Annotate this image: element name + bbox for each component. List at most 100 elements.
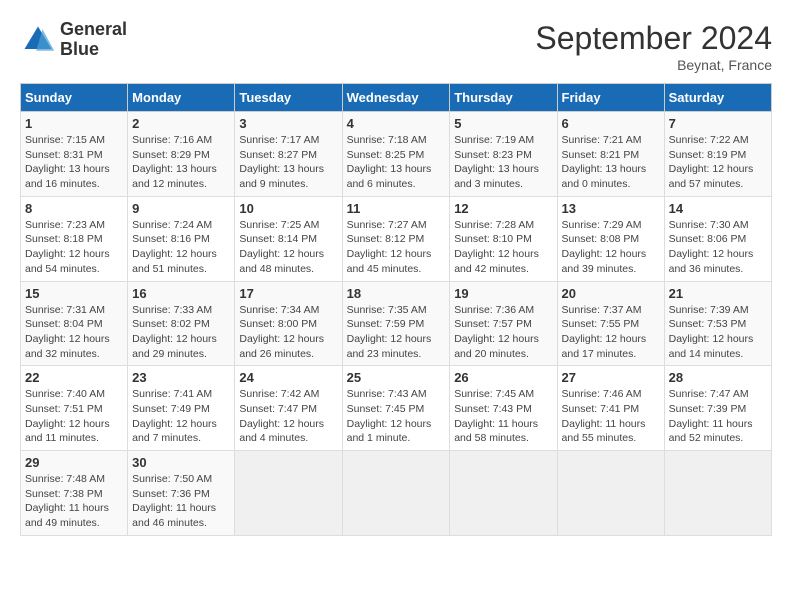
month-title: September 2024 (535, 20, 772, 57)
weekday-header-friday: Friday (557, 84, 664, 112)
calendar-cell: 7 Sunrise: 7:22 AM Sunset: 8:19 PM Dayli… (664, 112, 771, 197)
calendar-cell: 9 Sunrise: 7:24 AM Sunset: 8:16 PM Dayli… (128, 196, 235, 281)
day-info: Sunrise: 7:31 AM Sunset: 8:04 PM Dayligh… (25, 303, 123, 362)
weekday-header-wednesday: Wednesday (342, 84, 450, 112)
calendar-cell: 8 Sunrise: 7:23 AM Sunset: 8:18 PM Dayli… (21, 196, 128, 281)
calendar-cell: 11 Sunrise: 7:27 AM Sunset: 8:12 PM Dayl… (342, 196, 450, 281)
calendar-cell: 2 Sunrise: 7:16 AM Sunset: 8:29 PM Dayli… (128, 112, 235, 197)
title-area: September 2024 Beynat, France (535, 20, 772, 73)
calendar-cell (235, 451, 342, 536)
day-number: 10 (239, 201, 337, 216)
day-info: Sunrise: 7:46 AM Sunset: 7:41 PM Dayligh… (562, 387, 660, 446)
calendar-cell: 22 Sunrise: 7:40 AM Sunset: 7:51 PM Dayl… (21, 366, 128, 451)
calendar-cell: 19 Sunrise: 7:36 AM Sunset: 7:57 PM Dayl… (450, 281, 557, 366)
page-header: General Blue September 2024 Beynat, Fran… (20, 20, 772, 73)
calendar-cell: 18 Sunrise: 7:35 AM Sunset: 7:59 PM Dayl… (342, 281, 450, 366)
calendar-cell (342, 451, 450, 536)
day-number: 26 (454, 370, 552, 385)
day-info: Sunrise: 7:21 AM Sunset: 8:21 PM Dayligh… (562, 133, 660, 192)
weekday-header-monday: Monday (128, 84, 235, 112)
day-number: 7 (669, 116, 767, 131)
day-info: Sunrise: 7:43 AM Sunset: 7:45 PM Dayligh… (347, 387, 446, 446)
weekday-header-row: SundayMondayTuesdayWednesdayThursdayFrid… (21, 84, 772, 112)
day-info: Sunrise: 7:16 AM Sunset: 8:29 PM Dayligh… (132, 133, 230, 192)
calendar-table: SundayMondayTuesdayWednesdayThursdayFrid… (20, 83, 772, 536)
calendar-cell: 30 Sunrise: 7:50 AM Sunset: 7:36 PM Dayl… (128, 451, 235, 536)
calendar-week-4: 22 Sunrise: 7:40 AM Sunset: 7:51 PM Dayl… (21, 366, 772, 451)
calendar-cell: 4 Sunrise: 7:18 AM Sunset: 8:25 PM Dayli… (342, 112, 450, 197)
calendar-week-1: 1 Sunrise: 7:15 AM Sunset: 8:31 PM Dayli… (21, 112, 772, 197)
calendar-cell: 21 Sunrise: 7:39 AM Sunset: 7:53 PM Dayl… (664, 281, 771, 366)
day-info: Sunrise: 7:50 AM Sunset: 7:36 PM Dayligh… (132, 472, 230, 531)
day-number: 9 (132, 201, 230, 216)
weekday-header-tuesday: Tuesday (235, 84, 342, 112)
day-info: Sunrise: 7:22 AM Sunset: 8:19 PM Dayligh… (669, 133, 767, 192)
day-info: Sunrise: 7:41 AM Sunset: 7:49 PM Dayligh… (132, 387, 230, 446)
day-number: 11 (347, 201, 446, 216)
day-info: Sunrise: 7:40 AM Sunset: 7:51 PM Dayligh… (25, 387, 123, 446)
day-info: Sunrise: 7:28 AM Sunset: 8:10 PM Dayligh… (454, 218, 552, 277)
calendar-cell: 28 Sunrise: 7:47 AM Sunset: 7:39 PM Dayl… (664, 366, 771, 451)
calendar-cell: 14 Sunrise: 7:30 AM Sunset: 8:06 PM Dayl… (664, 196, 771, 281)
day-number: 15 (25, 286, 123, 301)
day-number: 4 (347, 116, 446, 131)
calendar-cell: 16 Sunrise: 7:33 AM Sunset: 8:02 PM Dayl… (128, 281, 235, 366)
day-number: 27 (562, 370, 660, 385)
day-number: 23 (132, 370, 230, 385)
day-info: Sunrise: 7:30 AM Sunset: 8:06 PM Dayligh… (669, 218, 767, 277)
day-number: 28 (669, 370, 767, 385)
logo: General Blue (20, 20, 127, 60)
logo-icon (20, 22, 56, 58)
calendar-cell: 17 Sunrise: 7:34 AM Sunset: 8:00 PM Dayl… (235, 281, 342, 366)
calendar-cell: 3 Sunrise: 7:17 AM Sunset: 8:27 PM Dayli… (235, 112, 342, 197)
day-info: Sunrise: 7:36 AM Sunset: 7:57 PM Dayligh… (454, 303, 552, 362)
logo-text: General Blue (60, 20, 127, 60)
day-info: Sunrise: 7:33 AM Sunset: 8:02 PM Dayligh… (132, 303, 230, 362)
day-info: Sunrise: 7:39 AM Sunset: 7:53 PM Dayligh… (669, 303, 767, 362)
day-number: 25 (347, 370, 446, 385)
day-info: Sunrise: 7:15 AM Sunset: 8:31 PM Dayligh… (25, 133, 123, 192)
day-number: 3 (239, 116, 337, 131)
day-info: Sunrise: 7:48 AM Sunset: 7:38 PM Dayligh… (25, 472, 123, 531)
day-number: 2 (132, 116, 230, 131)
calendar-cell: 20 Sunrise: 7:37 AM Sunset: 7:55 PM Dayl… (557, 281, 664, 366)
day-number: 21 (669, 286, 767, 301)
calendar-cell: 26 Sunrise: 7:45 AM Sunset: 7:43 PM Dayl… (450, 366, 557, 451)
day-info: Sunrise: 7:45 AM Sunset: 7:43 PM Dayligh… (454, 387, 552, 446)
calendar-cell (557, 451, 664, 536)
calendar-cell: 24 Sunrise: 7:42 AM Sunset: 7:47 PM Dayl… (235, 366, 342, 451)
calendar-cell: 6 Sunrise: 7:21 AM Sunset: 8:21 PM Dayli… (557, 112, 664, 197)
day-info: Sunrise: 7:24 AM Sunset: 8:16 PM Dayligh… (132, 218, 230, 277)
calendar-cell: 23 Sunrise: 7:41 AM Sunset: 7:49 PM Dayl… (128, 366, 235, 451)
calendar-cell: 12 Sunrise: 7:28 AM Sunset: 8:10 PM Dayl… (450, 196, 557, 281)
day-number: 12 (454, 201, 552, 216)
calendar-cell: 29 Sunrise: 7:48 AM Sunset: 7:38 PM Dayl… (21, 451, 128, 536)
calendar-cell: 1 Sunrise: 7:15 AM Sunset: 8:31 PM Dayli… (21, 112, 128, 197)
day-info: Sunrise: 7:34 AM Sunset: 8:00 PM Dayligh… (239, 303, 337, 362)
day-number: 22 (25, 370, 123, 385)
calendar-cell (450, 451, 557, 536)
calendar-cell: 10 Sunrise: 7:25 AM Sunset: 8:14 PM Dayl… (235, 196, 342, 281)
day-info: Sunrise: 7:17 AM Sunset: 8:27 PM Dayligh… (239, 133, 337, 192)
calendar-week-3: 15 Sunrise: 7:31 AM Sunset: 8:04 PM Dayl… (21, 281, 772, 366)
day-info: Sunrise: 7:42 AM Sunset: 7:47 PM Dayligh… (239, 387, 337, 446)
day-number: 8 (25, 201, 123, 216)
weekday-header-thursday: Thursday (450, 84, 557, 112)
day-number: 14 (669, 201, 767, 216)
day-number: 17 (239, 286, 337, 301)
day-number: 29 (25, 455, 123, 470)
day-number: 1 (25, 116, 123, 131)
day-number: 24 (239, 370, 337, 385)
day-number: 20 (562, 286, 660, 301)
day-info: Sunrise: 7:47 AM Sunset: 7:39 PM Dayligh… (669, 387, 767, 446)
calendar-cell: 15 Sunrise: 7:31 AM Sunset: 8:04 PM Dayl… (21, 281, 128, 366)
day-info: Sunrise: 7:27 AM Sunset: 8:12 PM Dayligh… (347, 218, 446, 277)
calendar-week-5: 29 Sunrise: 7:48 AM Sunset: 7:38 PM Dayl… (21, 451, 772, 536)
day-info: Sunrise: 7:25 AM Sunset: 8:14 PM Dayligh… (239, 218, 337, 277)
calendar-cell (664, 451, 771, 536)
day-number: 5 (454, 116, 552, 131)
calendar-cell: 13 Sunrise: 7:29 AM Sunset: 8:08 PM Dayl… (557, 196, 664, 281)
location: Beynat, France (535, 57, 772, 73)
day-number: 19 (454, 286, 552, 301)
day-number: 13 (562, 201, 660, 216)
